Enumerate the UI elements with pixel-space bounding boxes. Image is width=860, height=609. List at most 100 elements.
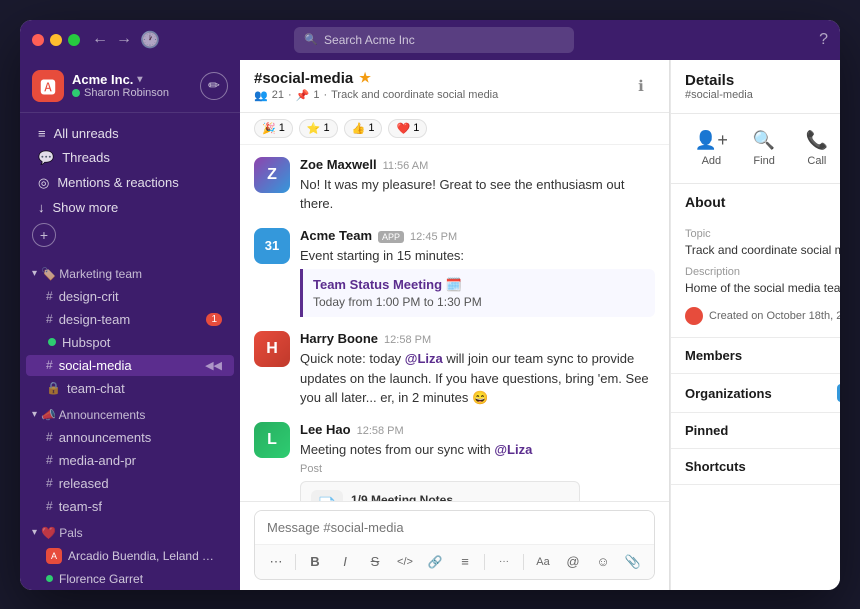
star-icon[interactable]: ★ — [359, 70, 371, 86]
active-indicator: ◀◀ — [205, 359, 222, 372]
section-pals[interactable]: ▾ ❤️ Pals — [20, 518, 240, 544]
section-label: 🏷️ Marketing team — [41, 267, 142, 281]
dm-florence[interactable]: Florence Garret — [26, 569, 234, 589]
msg-text: Meeting notes from our sync with @Liza — [300, 440, 655, 460]
hash-icon: # — [46, 312, 53, 326]
avatar-acme: 31 — [254, 228, 290, 264]
post-count: 1 — [313, 89, 319, 101]
channel-design-crit[interactable]: # design-crit — [26, 286, 234, 307]
meeting-title: Team Status Meeting 🗓️ — [313, 277, 645, 293]
reaction-thumbsup[interactable]: 👍 1 — [344, 119, 383, 138]
help-button[interactable]: ? — [819, 31, 828, 49]
file-info: 1/9 Meeting Notes Last edited just now — [351, 493, 569, 501]
pinned-row[interactable]: Pinned 1 › — [671, 413, 840, 449]
code-button[interactable]: </> — [392, 549, 418, 575]
details-actions: 👤+ Add 🔍 Find 📞 Call ··· More — [671, 114, 840, 184]
find-icon: 🔍 — [753, 130, 775, 151]
channel-announcements[interactable]: # announcements — [26, 427, 234, 448]
add-people-button[interactable]: 👤+ Add — [685, 124, 738, 173]
sidebar-item-show-more[interactable]: ↓ Show more — [26, 196, 234, 219]
traffic-light-green[interactable] — [68, 34, 80, 46]
global-search[interactable]: 🔍 Search Acme Inc — [294, 27, 574, 53]
sidebar-item-threads[interactable]: 💬 Threads — [26, 146, 234, 170]
reaction-emoji: ❤️ — [396, 122, 410, 135]
message-zoe: Z Zoe Maxwell 11:56 AM No! It was my ple… — [254, 157, 655, 214]
pinned-label: Pinned — [685, 423, 840, 438]
info-button[interactable]: ℹ — [627, 72, 655, 100]
bold-button[interactable]: B — [302, 549, 328, 575]
dm-label: Arcadio Buendia, Leland Ygle... — [68, 549, 218, 563]
meeting-box[interactable]: Team Status Meeting 🗓️ Today from 1:00 P… — [300, 269, 655, 317]
attach-button[interactable]: 📎 — [620, 549, 646, 575]
message-input[interactable] — [255, 511, 654, 544]
members-row[interactable]: Members 21 › — [671, 338, 840, 374]
details-panel: Details #social-media ✕ 👤+ Add 🔍 Find — [670, 60, 840, 590]
emoji-button[interactable]: ☺ — [590, 549, 616, 575]
text-style-button[interactable]: Aa — [530, 549, 556, 575]
back-button[interactable]: ← — [92, 30, 108, 50]
reaction-star[interactable]: ⭐ 1 — [299, 119, 338, 138]
reaction-count: 1 — [279, 122, 285, 134]
channel-design-team[interactable]: # design-team 1 — [26, 309, 234, 330]
all-unreads-icon: ≡ — [38, 126, 46, 141]
reaction-count: 1 — [413, 122, 419, 134]
mention-button[interactable]: @ — [560, 549, 586, 575]
link-button[interactable]: 🔗 — [422, 549, 448, 575]
section-chevron-icon: ▾ — [32, 268, 37, 279]
about-section-header[interactable]: About ▾ — [671, 184, 840, 220]
section-marketing-team[interactable]: ▾ 🏷️ Marketing team — [20, 259, 240, 285]
sidebar-item-mentions[interactable]: ◎ Mentions & reactions — [26, 171, 234, 195]
reactions-row: 🎉 1 ⭐ 1 👍 1 ❤️ 1 — [240, 113, 669, 145]
channel-title-area: #social-media ★ 👥 21 · 📌 1 · Track and c… — [254, 70, 627, 102]
add-channel-button[interactable]: + — [32, 223, 56, 247]
channel-hubspot[interactable]: Hubspot — [26, 332, 234, 353]
hash-icon: # — [46, 453, 53, 467]
reaction-count: 1 — [324, 122, 330, 134]
channel-media-and-pr[interactable]: # media-and-pr — [26, 450, 234, 471]
reaction-confetti[interactable]: 🎉 1 — [254, 119, 293, 138]
channel-social-media[interactable]: # social-media ◀◀ — [26, 355, 234, 376]
lock-icon: 🔒 — [46, 381, 61, 395]
italic-button[interactable]: I — [332, 549, 358, 575]
created-text: Created on October 18th, 2019 — [709, 310, 840, 322]
file-name: 1/9 Meeting Notes — [351, 493, 569, 501]
main-layout: 🅰 Acme Inc. ▾ Sharon Robinson ✏ ≡ — [20, 60, 840, 590]
history-button[interactable]: 🕐 — [140, 30, 160, 50]
list-button[interactable]: ≡ — [452, 549, 478, 575]
section-chevron-icon: ▾ — [32, 409, 37, 420]
message-lee: L Lee Hao 12:58 PM Meeting notes from ou… — [254, 422, 655, 501]
call-button[interactable]: 📞 Call — [791, 124, 841, 173]
traffic-light-red[interactable] — [32, 34, 44, 46]
sidebar-item-all-unreads[interactable]: ≡ All unreads — [26, 122, 234, 145]
more-format-button[interactable]: ··· — [491, 549, 517, 575]
format-button[interactable]: ⋯ — [263, 549, 289, 575]
about-section: About ▾ Topic Track and coordinate socia… — [671, 184, 840, 339]
shortcuts-row[interactable]: Shortcuts 1 › — [671, 449, 840, 485]
channel-team-chat[interactable]: 🔒 team-chat — [26, 378, 234, 399]
find-button[interactable]: 🔍 Find — [738, 124, 791, 173]
section-announcements[interactable]: ▾ 📣 Announcements — [20, 400, 240, 426]
dm-arcadio[interactable]: A Arcadio Buendia, Leland Ygle... — [26, 545, 234, 567]
channel-team-sf[interactable]: # team-sf — [26, 496, 234, 517]
members-icon: 👥 — [254, 89, 268, 102]
post-icon: 📌 — [296, 89, 310, 102]
strikethrough-button[interactable]: S — [362, 549, 388, 575]
mentions-icon: ◎ — [38, 175, 49, 191]
search-placeholder: Search Acme Inc — [324, 33, 415, 47]
chevron-down-icon: ▾ — [137, 74, 142, 85]
channel-label: team-chat — [67, 381, 125, 396]
workspace-avatar: 🅰 — [32, 70, 64, 102]
channel-released[interactable]: # released — [26, 473, 234, 494]
organizations-row[interactable]: Organizations Z Z 2 › — [671, 374, 840, 413]
traffic-light-yellow[interactable] — [50, 34, 62, 46]
reaction-emoji: 👍 — [352, 122, 366, 135]
compose-button[interactable]: ✏ — [200, 72, 228, 100]
reaction-heart[interactable]: ❤️ 1 — [388, 119, 427, 138]
message-acme: 31 Acme Team APP 12:45 PM Event starting… — [254, 228, 655, 318]
message-body-lee: Lee Hao 12:58 PM Meeting notes from our … — [300, 422, 655, 501]
forward-button[interactable]: → — [116, 30, 132, 50]
file-card[interactable]: 📄 1/9 Meeting Notes Last edited just now — [300, 481, 580, 501]
dm-group-avatar: A — [46, 548, 62, 564]
topic-label: Topic — [685, 228, 840, 240]
workspace-name[interactable]: Acme Inc. ▾ — [72, 72, 200, 87]
